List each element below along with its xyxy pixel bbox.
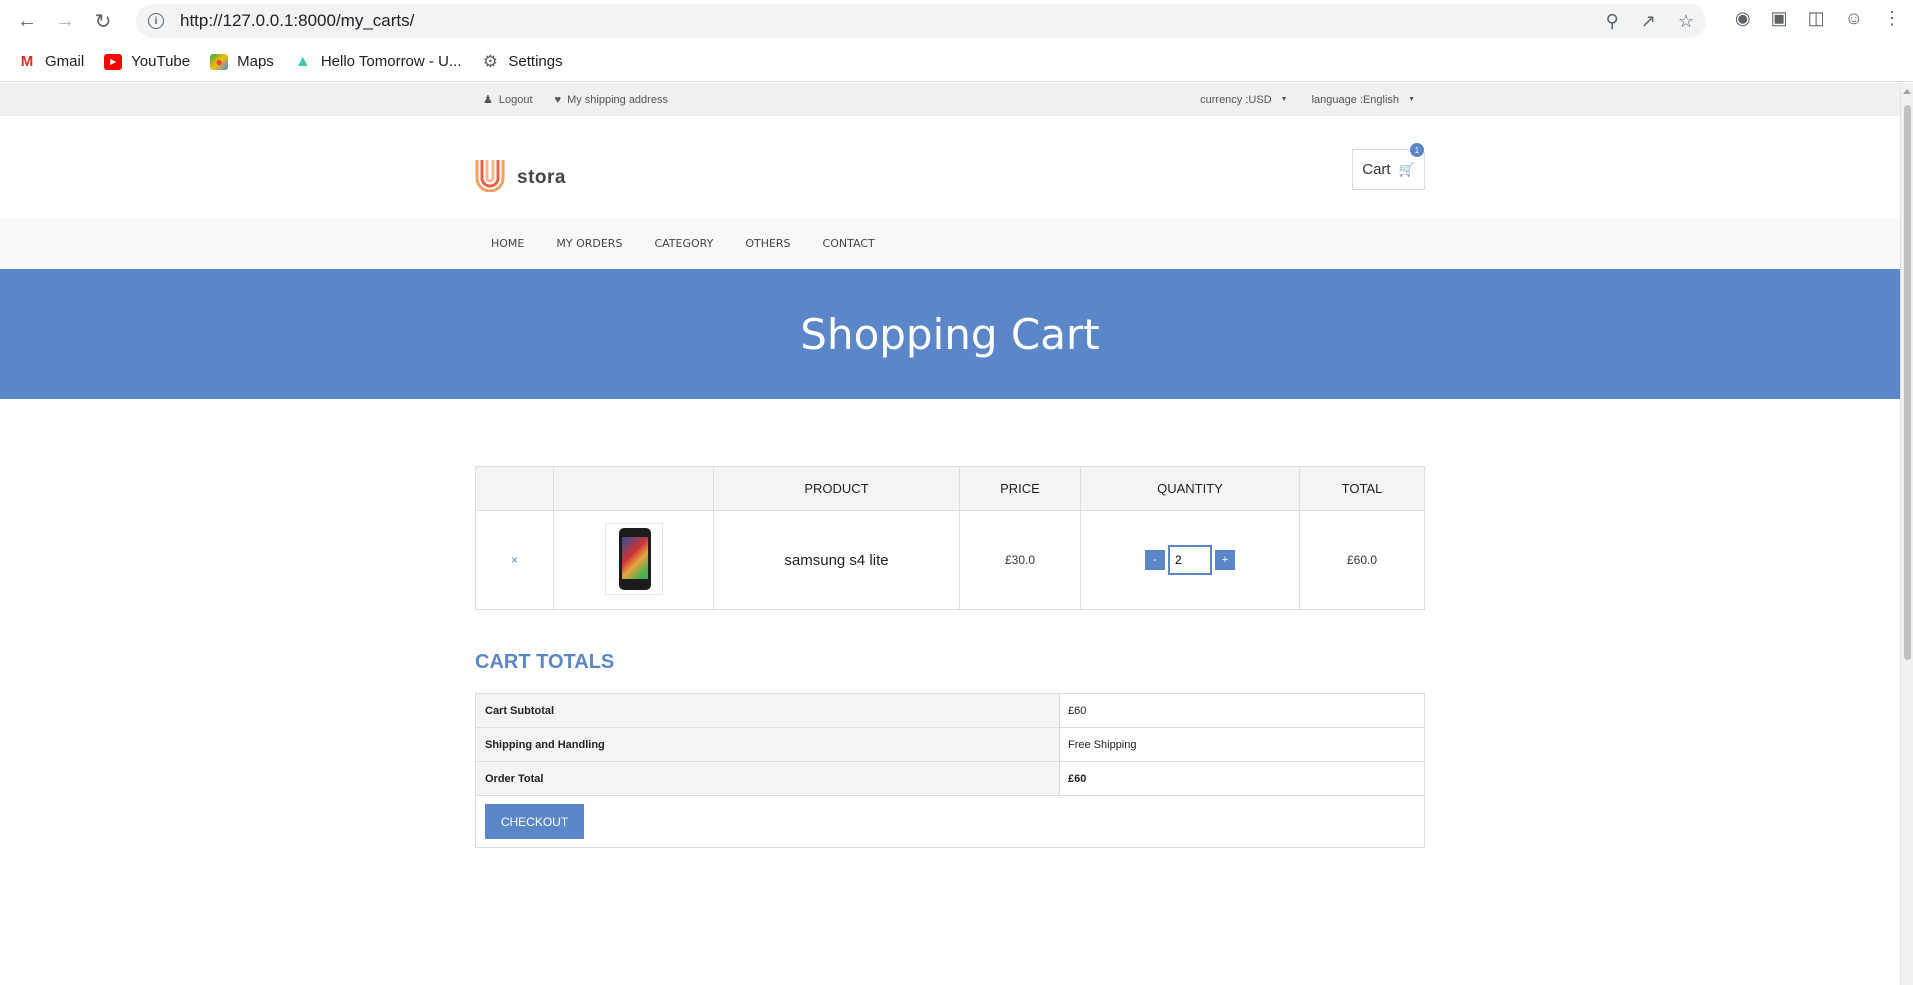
currency-dropdown[interactable]: currency :USD ▼ [1200,94,1287,106]
cart-button[interactable]: Cart 🛒 1 [1352,142,1425,190]
line-total: £60.0 [1346,553,1378,567]
subtotal-value: £60 [1068,704,1087,717]
share-icon[interactable]: ↗ [1641,11,1656,32]
header-quantity: QUANTITY [1080,466,1300,511]
nav-item-my-orders[interactable]: MY ORDERS [556,237,622,250]
site-header: stora Cart 🛒 1 [0,116,1900,218]
bookmark-hello-tomorrow[interactable]: ▲ Hello Tomorrow - U... [294,52,462,71]
header-thumbnail [553,466,714,511]
shipping-address-link[interactable]: ♥ My shipping address [555,94,668,106]
url-text[interactable]: http://127.0.0.1:8000/my_carts/ [180,11,414,31]
top-utility-bar: ♟ Logout ♥ My shipping address currency :U… [0,83,1900,116]
heart-icon: ♥ [554,93,562,106]
page-scrollbar[interactable] [1900,83,1913,985]
remove-item-button[interactable]: × [511,553,518,567]
caret-down-icon: ▼ [1408,96,1415,103]
language-dropdown[interactable]: language :English ▼ [1312,94,1415,106]
browser-menu-icon[interactable]: ⋮ [1883,8,1901,29]
phone-image [618,527,651,590]
cart-table: PRODUCT PRICE QUANTITY TOTAL × samsung s… [475,466,1425,610]
bookmark-settings[interactable]: ⚙ Settings [481,51,563,71]
bookmark-gmail[interactable]: M Gmail [18,53,84,70]
header-price: PRICE [959,466,1081,511]
main-navigation: HOME MY ORDERS CATEGORY OTHERS CONTACT [0,218,1900,269]
product-price: £30.0 [1004,553,1036,567]
bookmark-star-icon[interactable]: ☆ [1678,11,1694,32]
increase-quantity-button[interactable]: + [1215,550,1235,570]
hello-tomorrow-icon: ▲ [294,52,311,70]
checkout-button[interactable]: CHECKOUT [485,804,584,839]
reload-icon[interactable]: ↻ [86,4,120,38]
zoom-icon[interactable]: ⚲ [1606,11,1619,32]
cart-totals-heading: CART TOTALS [475,651,615,673]
scroll-up-icon[interactable] [1903,89,1911,94]
quantity-input[interactable] [1168,545,1212,575]
decrease-quantity-button[interactable]: - [1145,550,1165,570]
youtube-icon: ▶ [104,53,123,70]
cart-count-badge: 1 [1409,142,1425,158]
header-product: PRODUCT [713,466,960,511]
order-total-value: £60 [1068,772,1087,785]
forward-icon[interactable]: → [48,4,82,38]
caret-down-icon: ▼ [1280,96,1288,103]
nav-item-contact[interactable]: CONTACT [823,237,875,250]
cart-table-header: PRODUCT PRICE QUANTITY TOTAL [475,466,1425,511]
logout-link[interactable]: ♟ Logout [483,93,533,107]
page: ♟ Logout ♥ My shipping address currency :U… [0,83,1900,848]
shipping-value: Free Shipping [1068,738,1137,751]
nav-item-others[interactable]: OTHERS [745,237,790,250]
nav-item-category[interactable]: CATEGORY [654,237,713,250]
header-total: TOTAL [1299,466,1425,511]
quantity-stepper: - + [1145,545,1235,575]
bookmarks-bar: M Gmail ▶ YouTube ● Maps ▲ Hello Tomorro… [0,42,1913,82]
header-remove [475,466,554,511]
bookmark-maps[interactable]: ● Maps [210,53,274,70]
product-thumbnail[interactable] [604,522,663,595]
bookmark-youtube[interactable]: ▶ YouTube [104,53,190,70]
page-viewport: ♟ Logout ♥ My shipping address currency :U… [0,83,1913,985]
scrollbar-thumb[interactable] [1904,105,1911,660]
totals-row-subtotal: Cart Subtotal £60 [476,694,1424,728]
user-icon: ♟ [483,94,493,106]
totals-row-order-total: Order Total £60 [476,762,1424,796]
shopping-cart-icon: 🛒 [1398,161,1415,177]
table-row: × samsung s4 lite £30.0 - 2 + £60.0 [475,510,1425,610]
extensions-puzzle-icon[interactable]: ▣ [1771,8,1788,29]
side-panel-icon[interactable]: ◫ [1808,8,1825,29]
nav-item-home[interactable]: HOME [491,237,524,250]
gear-icon: ⚙ [482,51,499,71]
product-name[interactable]: samsung s4 lite [784,552,888,569]
back-icon[interactable]: ← [10,4,44,38]
site-info-icon[interactable]: i [148,13,164,29]
logo-mark-icon [475,160,505,192]
totals-row-shipping: Shipping and Handling Free Shipping [476,728,1424,762]
address-bar[interactable]: i http://127.0.0.1:8000/my_carts/ ⚲ ↗ ☆ [136,4,1706,38]
page-banner: Shopping Cart [0,269,1900,399]
extension-mask-icon[interactable]: ◉ [1735,8,1751,29]
profile-avatar-icon[interactable]: ☺ [1845,8,1863,29]
logo-text: stora [517,167,566,188]
page-title: Shopping Cart [800,309,1100,359]
cart-totals-table: Cart Subtotal £60 Shipping and Handling … [475,693,1425,848]
gmail-icon: M [20,53,34,70]
browser-toolbar: ← → ↻ i http://127.0.0.1:8000/my_carts/ … [0,0,1913,42]
maps-icon: ● [210,53,229,70]
site-logo[interactable]: stora [475,158,566,192]
